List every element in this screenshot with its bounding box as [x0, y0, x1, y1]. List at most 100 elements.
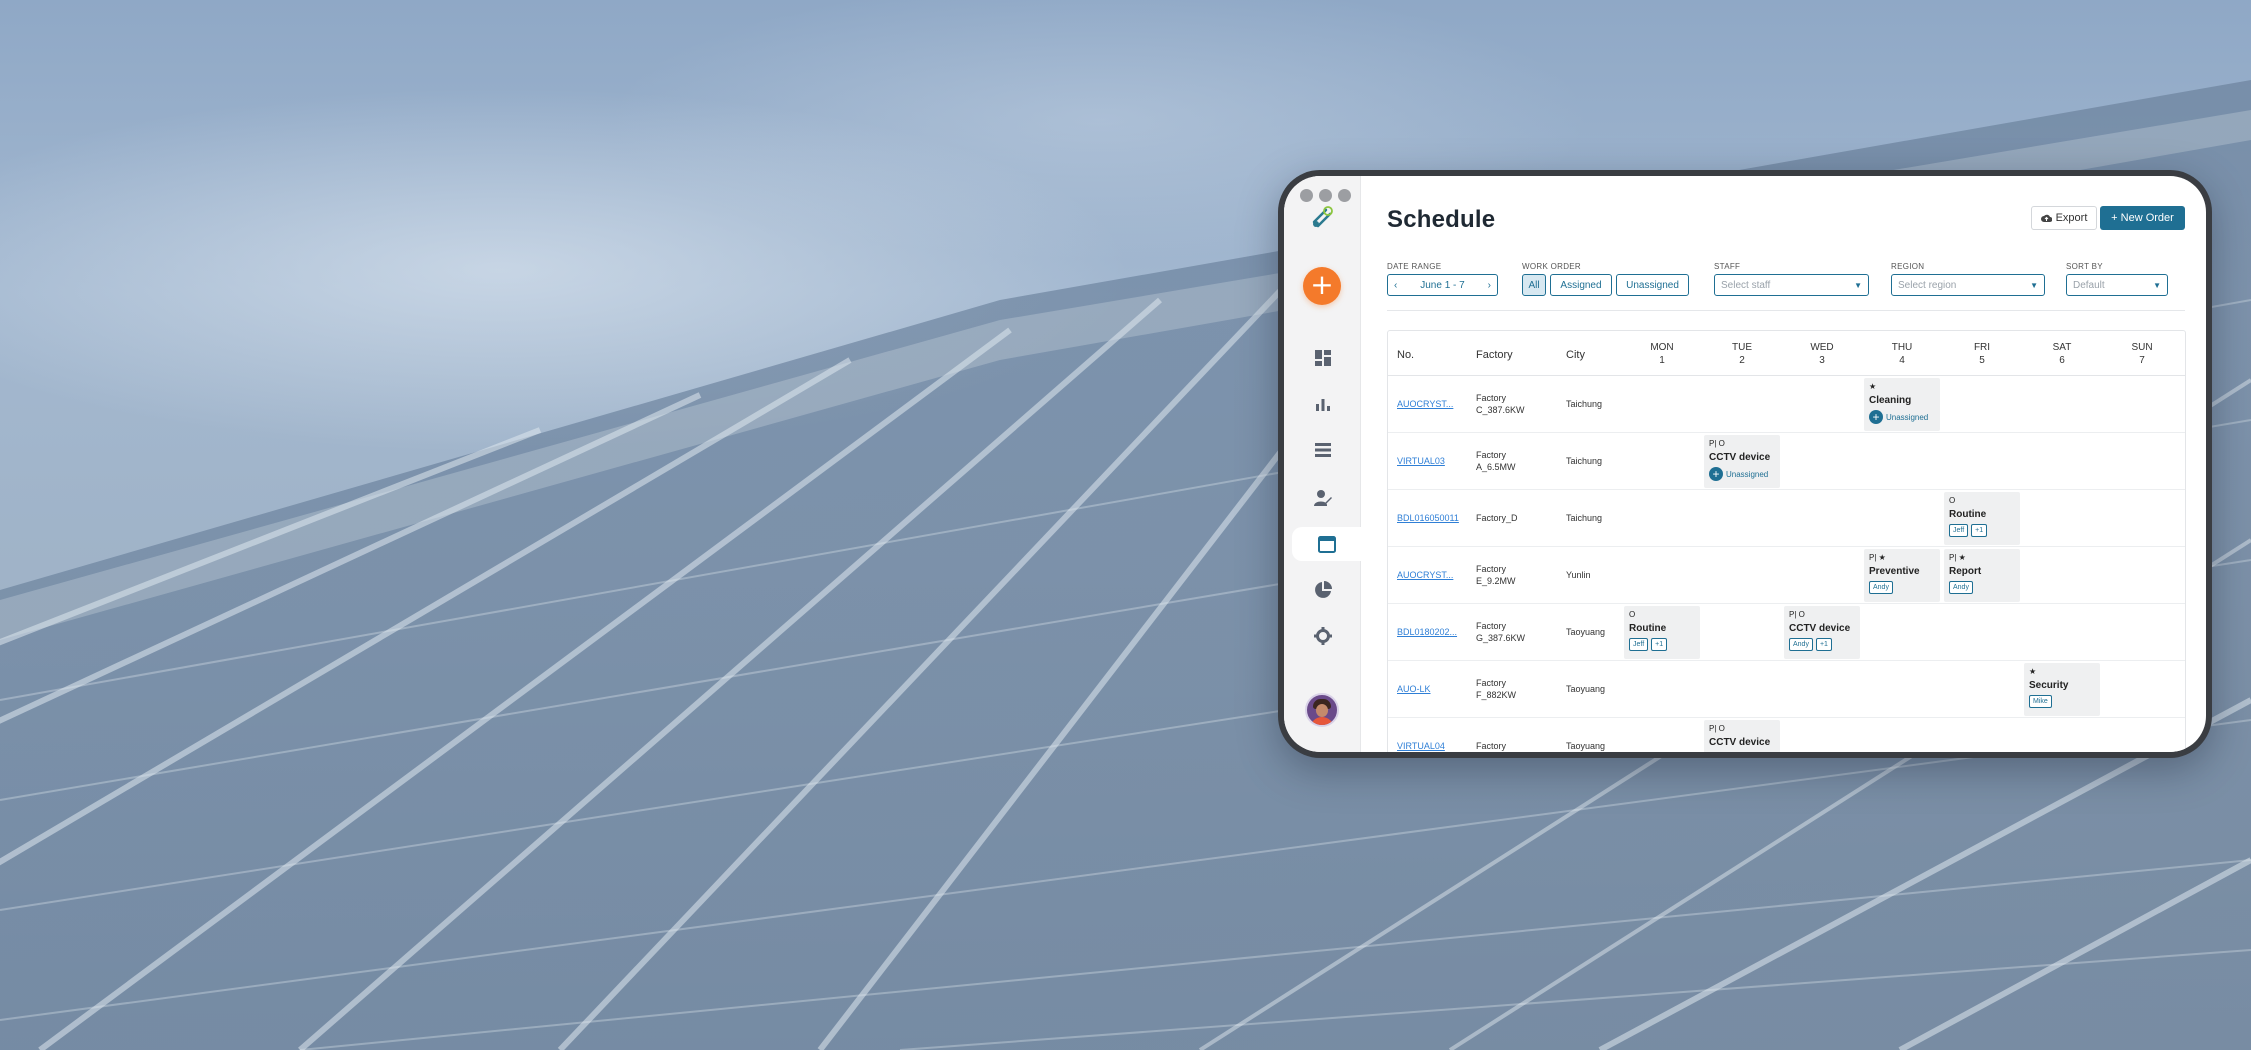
work-order-link[interactable]: BDL016050011 — [1397, 512, 1459, 524]
day-date: 2 — [1739, 355, 1745, 366]
sidebar-item-staff[interactable] — [1284, 481, 1361, 515]
staff-select[interactable]: Select staff ▼ — [1714, 274, 1869, 296]
region-select[interactable]: Select region ▼ — [1891, 274, 2045, 296]
sidebar-item-reports[interactable] — [1284, 573, 1361, 607]
table-row: AUO-LK Factory F_882KW Taoyuang ★ Security Mik… — [1388, 661, 2185, 718]
next-week-button[interactable]: › — [1488, 280, 1491, 291]
day-name: SAT — [2052, 342, 2072, 353]
factory-name: Factory_D — [1476, 513, 1518, 523]
column-header-day: WED 3 — [1782, 341, 1862, 367]
assignee-chip[interactable]: Mike — [2029, 695, 2052, 708]
work-order-label: WORK ORDER — [1522, 262, 1581, 271]
task-title: CCTV device — [1709, 452, 1771, 463]
work-order-link[interactable]: AUO-LK — [1397, 683, 1431, 695]
calendar-icon — [1317, 536, 1336, 553]
work-order-link[interactable]: AUOCRYST... — [1397, 569, 1453, 581]
window-dot[interactable] — [1319, 189, 1332, 202]
sort-by-label: SORT BY — [2066, 262, 2103, 271]
work-order-unassigned-button[interactable]: Unassigned — [1616, 274, 1689, 296]
factory-name: Factory F_882KW — [1476, 678, 1517, 700]
sort-by-select[interactable]: Default ▼ — [2066, 274, 2168, 296]
column-header-day: SUN 7 — [2102, 341, 2182, 367]
unassigned-assign-button[interactable]: + Unassigned — [1709, 467, 1775, 481]
day-name: MON — [1650, 342, 1674, 353]
region-label: REGION — [1891, 262, 1925, 271]
work-order-all-button[interactable]: All — [1522, 274, 1546, 296]
task-title: CCTV device — [1709, 737, 1771, 748]
sidebar-item-list[interactable] — [1284, 433, 1361, 467]
task-type-icons: P| O — [1709, 439, 1725, 448]
gear-icon — [1313, 627, 1332, 645]
date-range-picker[interactable]: ‹ June 1 - 7 › — [1387, 274, 1498, 296]
column-header-day: FRI 5 — [1942, 341, 2022, 367]
work-order-link[interactable]: AUOCRYST... — [1397, 398, 1453, 410]
user-edit-icon — [1313, 490, 1332, 506]
factory-name: Factory — [1476, 741, 1507, 751]
city-name: Yunlin — [1566, 570, 1591, 580]
assignee-chip[interactable]: +1 — [1971, 524, 1988, 537]
assignee-chip[interactable]: Jeff — [1629, 638, 1649, 651]
assignee-chips: Andy — [1869, 581, 1935, 594]
day-date: 3 — [1819, 355, 1825, 366]
task-card[interactable]: O Routine Jeff +1 — [1944, 492, 2020, 545]
prev-week-button[interactable]: ‹ — [1394, 280, 1397, 291]
assignee-chip[interactable]: +1 — [1651, 638, 1668, 651]
city-name: Taichung — [1566, 399, 1603, 409]
task-title: Security — [2029, 680, 2069, 691]
table-row: AUOCRYST... Factory E_9.2MW Yunlin P| ★ Preve… — [1388, 547, 2185, 604]
column-header-day: SAT 6 — [2022, 341, 2102, 367]
assignee-chip[interactable]: Andy — [1789, 638, 1813, 651]
assignee-chip[interactable]: Andy — [1869, 581, 1893, 594]
sidebar-item-dashboard[interactable] — [1284, 341, 1361, 375]
task-card[interactable]: P| ★ Preventive Andy — [1864, 549, 1940, 602]
task-title: Routine — [1629, 623, 1667, 634]
city-name: Taichung — [1566, 456, 1603, 466]
day-date: 4 — [1899, 355, 1905, 366]
new-order-button[interactable]: + New Order — [2100, 206, 2185, 230]
city-name: Taoyuang — [1566, 627, 1606, 637]
work-order-link[interactable]: BDL0180202... — [1397, 626, 1457, 638]
chevron-down-icon: ▼ — [1854, 280, 1862, 290]
avatar[interactable] — [1305, 693, 1339, 727]
export-button[interactable]: Export — [2031, 206, 2097, 230]
day-date: 7 — [2139, 355, 2145, 366]
sidebar-item-analytics[interactable] — [1284, 387, 1361, 421]
date-range-value: June 1 - 7 — [1420, 279, 1465, 291]
task-card[interactable]: ★ Security Mike — [2024, 663, 2100, 716]
unassigned-label: Unassigned — [1886, 412, 1929, 422]
unassigned-assign-button[interactable]: + Unassigned — [1869, 410, 1935, 424]
assignee-chips: Andy +1 — [1789, 638, 1855, 651]
task-card[interactable]: ★ Cleaning + Unassigned — [1864, 378, 1940, 431]
staff-placeholder: Select staff — [1721, 279, 1771, 291]
export-label: Export — [2055, 212, 2088, 224]
assignee-chip[interactable]: +1 — [1815, 638, 1832, 651]
task-card[interactable]: P| ★ Report Andy — [1944, 549, 2020, 602]
work-order-link[interactable]: VIRTUAL04 — [1397, 740, 1445, 752]
add-button[interactable]: + — [1303, 267, 1341, 305]
sidebar-item-schedule[interactable] — [1292, 527, 1361, 561]
assignee-chip[interactable]: Jeff — [1949, 524, 1969, 537]
task-type-icons: P| O — [1789, 610, 1805, 619]
factory-name: Factory G_387.6KW — [1476, 621, 1526, 643]
cloud-upload-icon — [2040, 214, 2052, 222]
task-card[interactable]: P| O CCTV device Andy +1 — [1784, 606, 1860, 659]
assignee-chips: Jeff +1 — [1629, 638, 1695, 651]
task-card[interactable]: P| O CCTV device — [1704, 720, 1780, 752]
unassigned-label: Unassigned — [1726, 469, 1769, 479]
task-card[interactable]: O Routine Jeff +1 — [1624, 606, 1700, 659]
work-order-link[interactable]: VIRTUAL03 — [1397, 455, 1445, 467]
staff-label: STAFF — [1714, 262, 1741, 271]
sidebar-item-settings[interactable] — [1284, 619, 1361, 653]
table-row: VIRTUAL04 Factory Taoyuang P| O CCTV device — [1388, 718, 2185, 752]
task-title: Cleaning — [1869, 395, 1912, 406]
date-range-label: DATE RANGE — [1387, 262, 1442, 271]
new-order-label: + New Order — [2111, 212, 2174, 224]
main-content: Schedule Export + New Order DATE RANGE ‹… — [1361, 176, 2206, 752]
work-order-assigned-button[interactable]: Assigned — [1550, 274, 1612, 296]
task-type-icons: P| ★ — [1949, 553, 1966, 562]
window-dot[interactable] — [1300, 189, 1313, 202]
task-card[interactable]: P| O CCTV device + Unassigned — [1704, 435, 1780, 488]
region-placeholder: Select region — [1898, 279, 1957, 291]
assignee-chip[interactable]: Andy — [1949, 581, 1973, 594]
window-dot[interactable] — [1338, 189, 1351, 202]
